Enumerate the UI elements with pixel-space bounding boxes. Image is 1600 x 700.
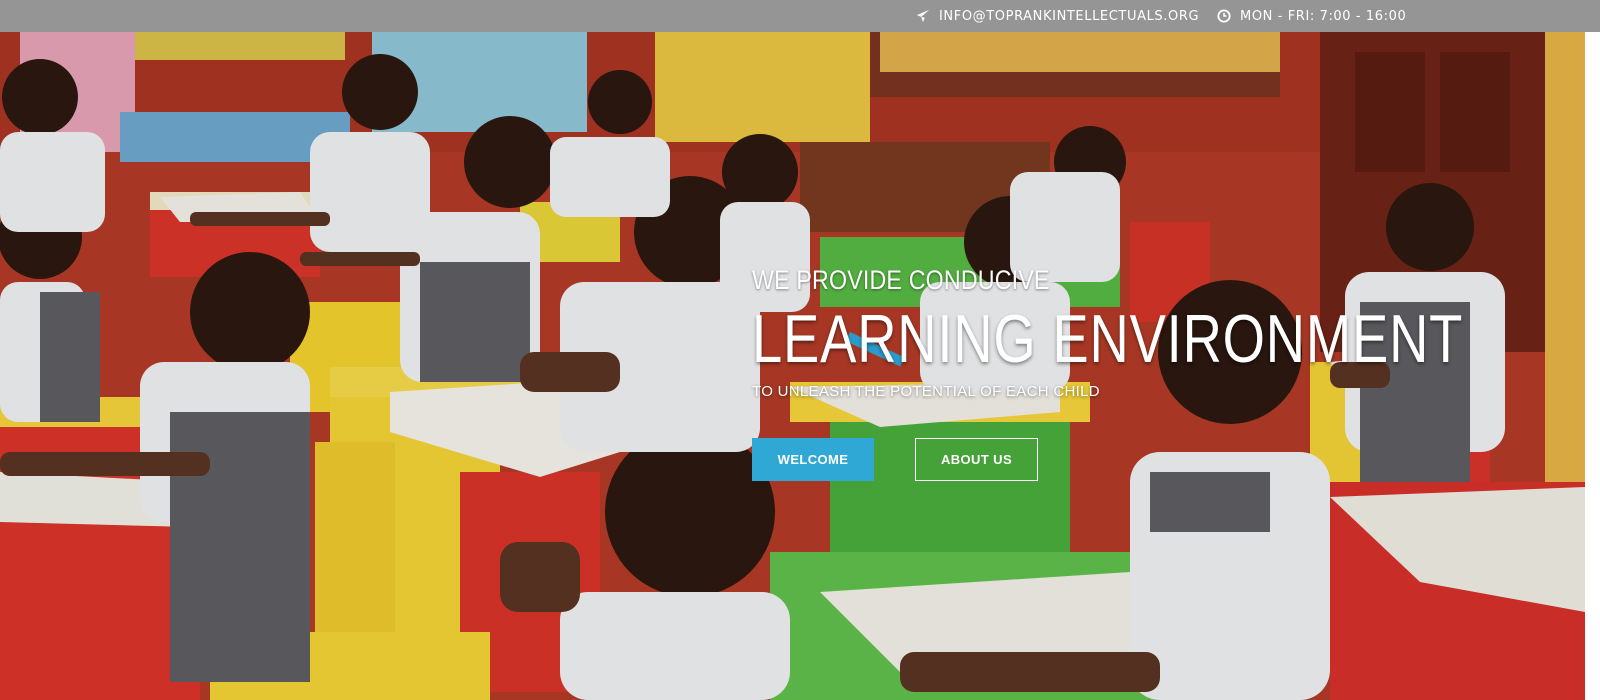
about-us-button[interactable]: ABOUT US (915, 438, 1038, 481)
hero-kicker: WE PROVIDE CONDUCIVE (752, 265, 1050, 295)
contact-email-text: INFO@TOPRANKINTELLECTUALS.ORG (939, 8, 1200, 24)
welcome-button[interactable]: WELCOME (752, 438, 874, 481)
contact-email-link[interactable]: INFO@TOPRANKINTELLECTUALS.ORG (916, 0, 1199, 32)
opening-hours: MON - FRI: 7:00 - 16:00 (1217, 0, 1406, 32)
opening-hours-text: MON - FRI: 7:00 - 16:00 (1240, 8, 1407, 24)
page: INFO@TOPRANKINTELLECTUALS.ORG MON - FRI:… (0, 0, 1600, 700)
hero-headline: LEARNING ENVIRONMENT (752, 301, 1464, 377)
top-contact-bar: INFO@TOPRANKINTELLECTUALS.ORG MON - FRI:… (0, 0, 1600, 32)
clock-icon (1217, 9, 1231, 23)
hero-subline: TO UNLEASH THE POTENTIAL OF EACH CHILD (752, 383, 1100, 400)
paper-plane-icon (916, 9, 930, 23)
page-edge (1585, 32, 1600, 700)
